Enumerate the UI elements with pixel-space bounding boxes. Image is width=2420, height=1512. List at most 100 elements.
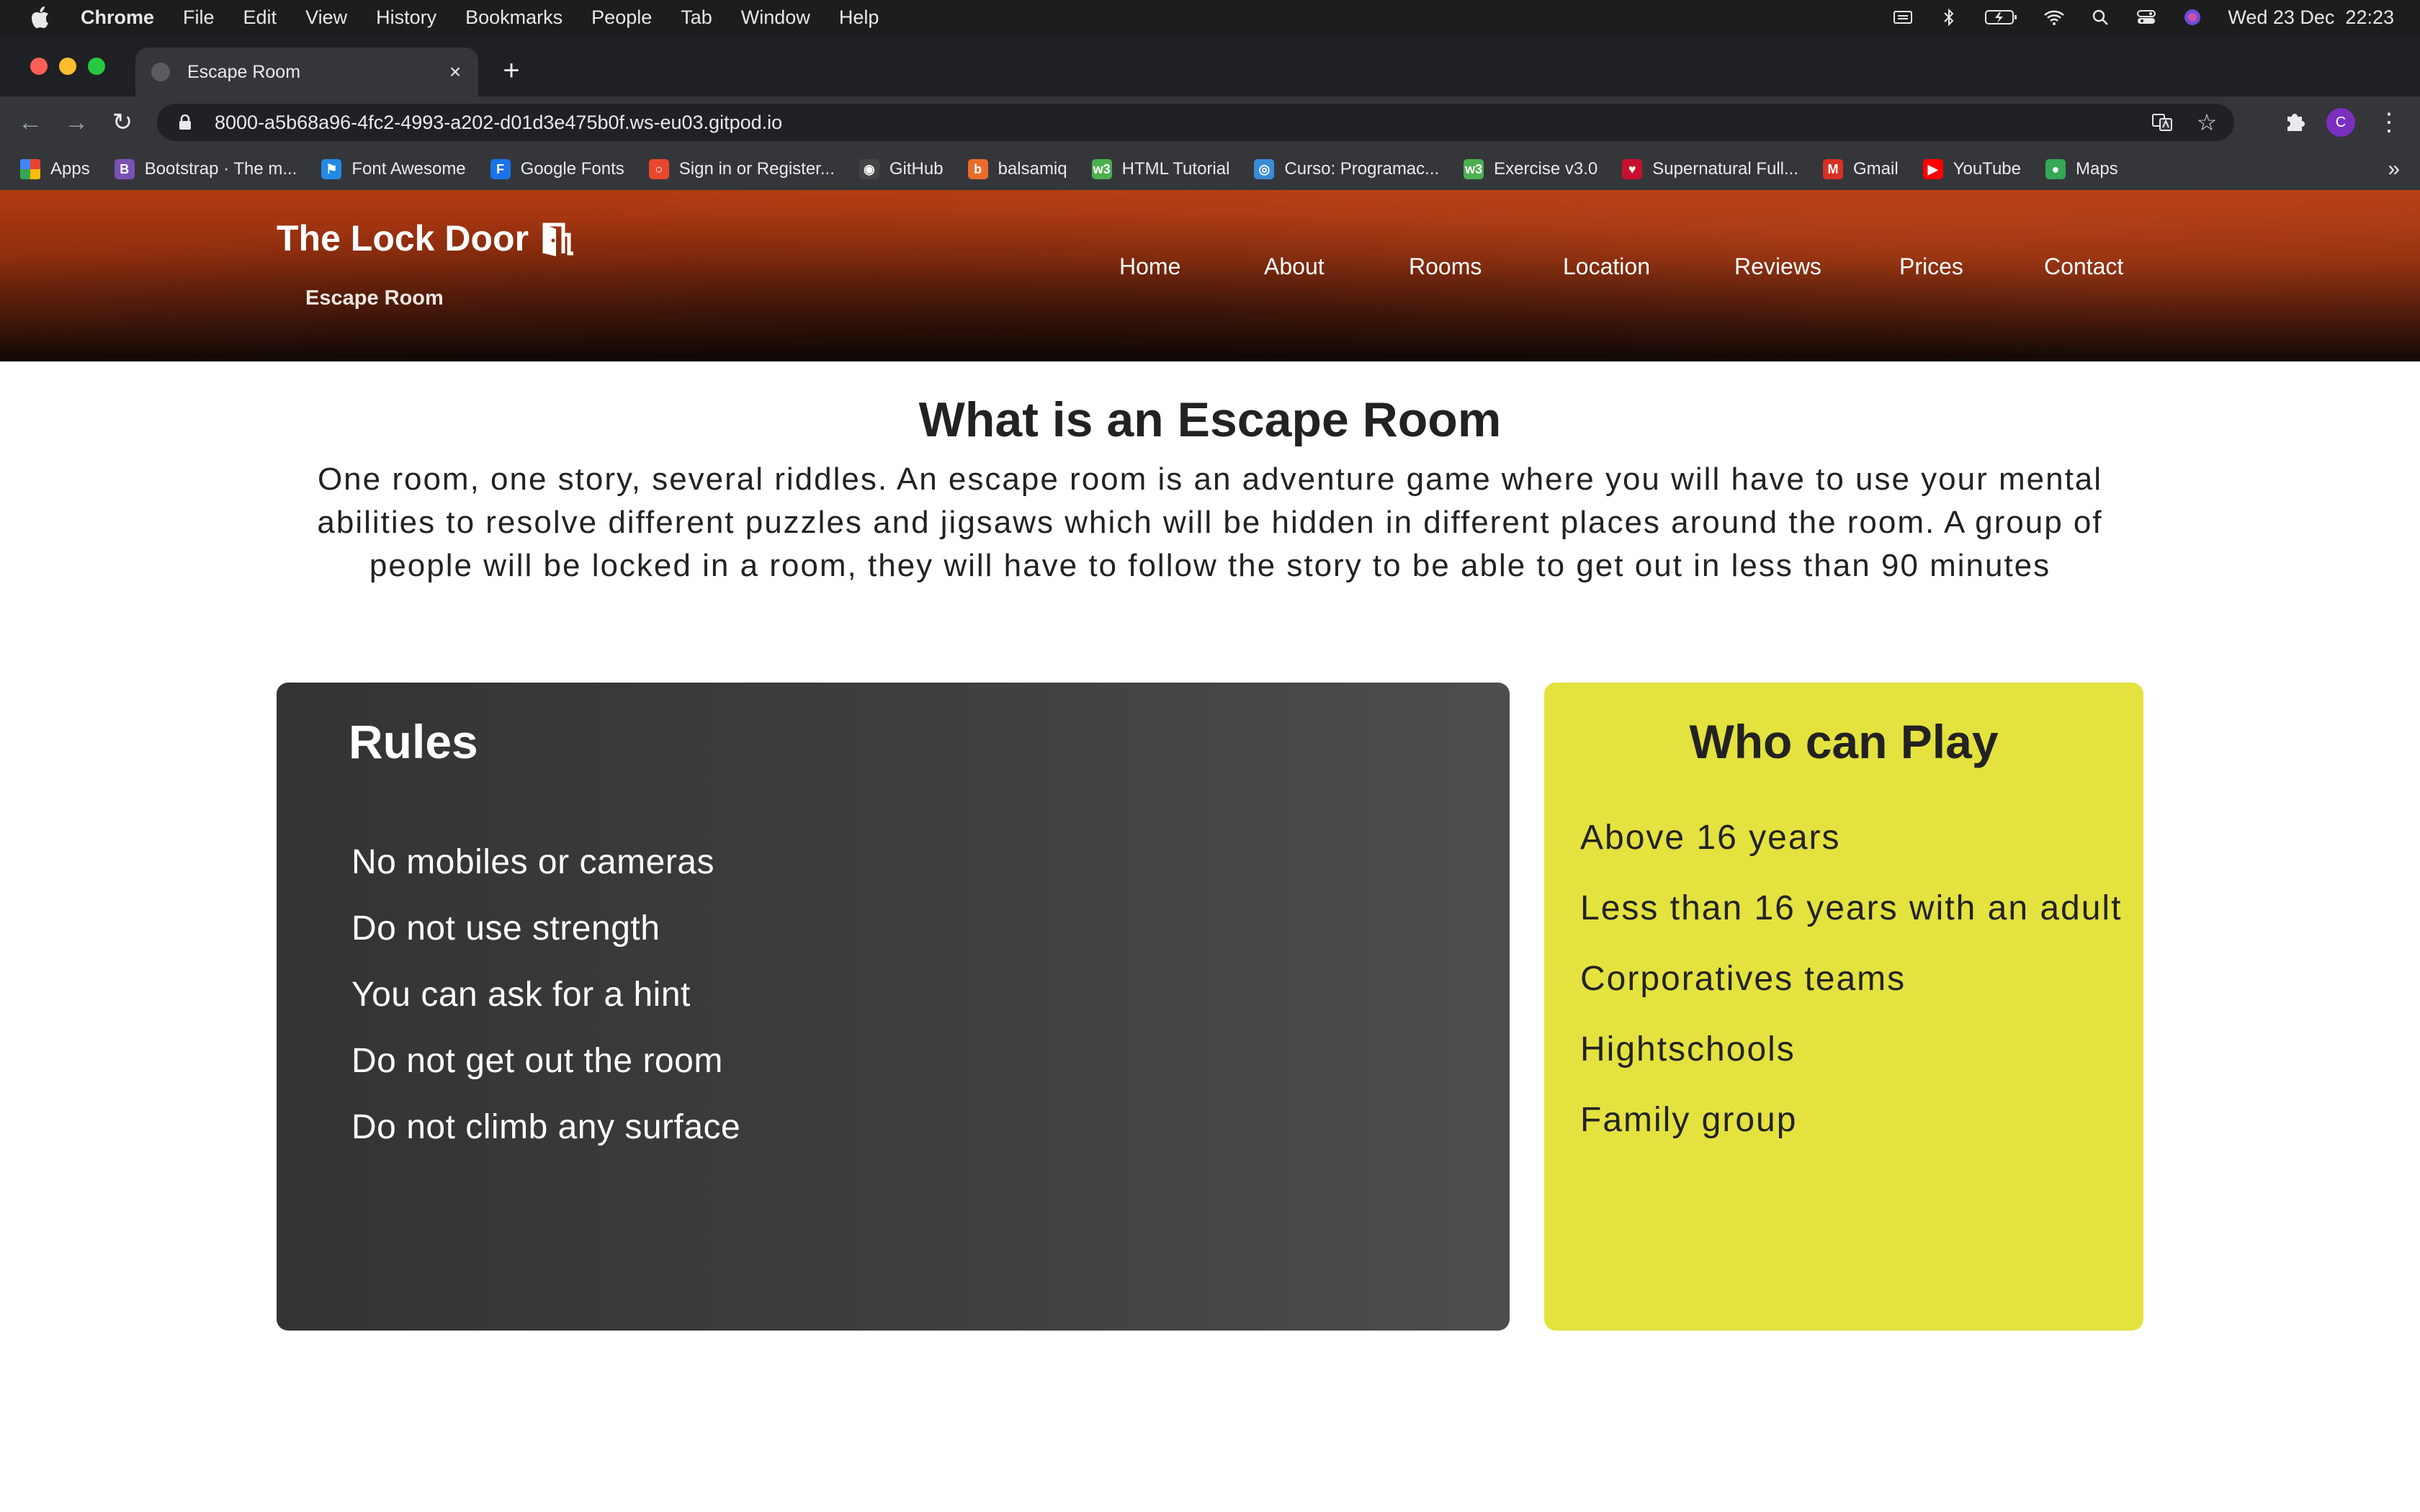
apple-logo-icon[interactable]	[30, 5, 52, 30]
tab-close-icon[interactable]: ×	[445, 62, 465, 82]
bookmark-star-icon[interactable]: ☆	[2195, 111, 2218, 134]
address-bar[interactable]: 8000-a5b68a96-4fc2-4993-a202-d01d3e475b0…	[157, 104, 2234, 141]
menu-bookmarks[interactable]: Bookmarks	[465, 6, 563, 29]
menubar-status-area: Wed 23 Dec 22:23	[1892, 0, 2394, 35]
bookmark-item[interactable]: F Google Fonts	[490, 159, 624, 179]
circle-icon: ○	[648, 159, 669, 179]
bookmark-item[interactable]: w3 Exercise v3.0	[1464, 159, 1597, 179]
rules-list: No mobiles or cameras Do not use strengt…	[351, 842, 740, 1174]
wifi-icon[interactable]	[2043, 8, 2065, 27]
youtube-icon: ▶	[1922, 159, 1943, 179]
nav-rooms[interactable]: Rooms	[1409, 253, 1482, 280]
siri-icon[interactable]	[2182, 8, 2203, 27]
menu-app-name[interactable]: Chrome	[81, 6, 154, 29]
rules-item: Do not use strength	[351, 909, 660, 948]
back-arrow-icon[interactable]: ←	[16, 108, 45, 137]
tab-title: Escape Room	[187, 61, 301, 82]
translate-icon[interactable]	[2151, 111, 2174, 134]
rules-item: No mobiles or cameras	[351, 843, 714, 881]
control-center-icon[interactable]	[2136, 8, 2157, 27]
bookmarks-bar: Apps B Bootstrap · The m... ⚑ Font Awesome F G…	[0, 148, 2420, 190]
bookmark-label: balsamiq	[998, 159, 1067, 179]
rules-item: You can ask for a hint	[351, 976, 691, 1014]
battery-icon[interactable]	[1984, 8, 2019, 27]
bookmark-item[interactable]: ○ Sign in or Register...	[648, 159, 835, 179]
nav-contact[interactable]: Contact	[2044, 253, 2123, 280]
tab-escape-room[interactable]: Escape Room ×	[135, 48, 478, 96]
who-can-play-item: Less than 16 years with an adult	[1580, 889, 2123, 927]
bookmark-label: Gmail	[1853, 159, 1899, 179]
menu-file[interactable]: File	[183, 6, 215, 29]
heart-icon: ♥	[1622, 159, 1643, 179]
bookmark-item[interactable]: ● Maps	[2045, 159, 2118, 179]
profile-avatar[interactable]: C	[2326, 108, 2355, 137]
who-can-play-card: Who can Play Above 16 years Less than 16…	[1544, 683, 2143, 1331]
bookmark-item[interactable]: w3 HTML Tutorial	[1091, 159, 1229, 179]
bookmark-label: YouTube	[1953, 159, 2021, 179]
keyboard-input-icon[interactable]	[1892, 8, 1914, 27]
bookmark-item[interactable]: Apps	[20, 159, 90, 179]
globe-icon	[151, 63, 170, 81]
bookmark-item[interactable]: b balsamiq	[967, 159, 1067, 179]
bookmark-label: Google Fonts	[520, 159, 624, 179]
reload-icon[interactable]: ↻	[108, 108, 137, 137]
bookmark-item[interactable]: ▶ YouTube	[1922, 159, 2021, 179]
menu-edit[interactable]: Edit	[243, 6, 277, 29]
w3schools-icon: w3	[1464, 159, 1484, 179]
menu-window[interactable]: Window	[741, 6, 810, 29]
bookmark-label: Font Awesome	[351, 159, 466, 179]
maps-pin-icon: ●	[2045, 159, 2066, 179]
nav-home[interactable]: Home	[1119, 253, 1180, 280]
bluetooth-icon[interactable]	[1938, 8, 1960, 27]
bookmark-label: Maps	[2075, 159, 2118, 179]
who-can-play-list: Above 16 years Less than 16 years with a…	[1580, 818, 2122, 1171]
flag-icon: ⚑	[321, 159, 342, 179]
nav-prices[interactable]: Prices	[1899, 253, 1963, 280]
spotlight-search-icon[interactable]	[2089, 8, 2111, 27]
course-icon: ◎	[1254, 159, 1275, 179]
main-nav: Home About Rooms Location Reviews Prices…	[0, 253, 2420, 288]
nav-reviews[interactable]: Reviews	[1734, 253, 1821, 280]
intro-paragraph: One room, one story, several riddles. An…	[317, 462, 2103, 583]
window-zoom-button[interactable]	[88, 58, 105, 75]
menubar-clock[interactable]: Wed 23 Dec 22:23	[2228, 6, 2394, 29]
who-can-play-item: Hightschools	[1580, 1030, 1796, 1068]
bookmark-item[interactable]: M Gmail	[1823, 159, 1899, 179]
menu-help[interactable]: Help	[839, 6, 879, 29]
menu-tab[interactable]: Tab	[681, 6, 712, 29]
bookmark-item[interactable]: B Bootstrap · The m...	[114, 159, 297, 179]
rules-item: Do not climb any surface	[351, 1108, 741, 1146]
nav-about[interactable]: About	[1264, 253, 1325, 280]
github-icon: ◉	[859, 159, 879, 179]
forward-arrow-icon[interactable]: →	[62, 108, 91, 137]
bookmark-label: Sign in or Register...	[678, 159, 835, 179]
who-can-play-item: Above 16 years	[1580, 819, 1841, 857]
who-can-play-title: Who can Play	[1689, 715, 1999, 768]
nav-location[interactable]: Location	[1563, 253, 1650, 280]
balsamiq-icon: b	[967, 159, 988, 179]
window-minimize-button[interactable]	[59, 58, 76, 75]
extensions-puzzle-icon[interactable]	[2282, 108, 2311, 137]
bookmark-item[interactable]: ◎ Curso: Programac...	[1254, 159, 1439, 179]
menu-view[interactable]: View	[305, 6, 347, 29]
bookmark-item[interactable]: ◉ GitHub	[859, 159, 944, 179]
rules-card: Rules No mobiles or cameras Do not use s…	[277, 683, 1510, 1331]
macos-menubar: Chrome File Edit View History Bookmarks …	[0, 0, 2420, 35]
bookmark-item[interactable]: ⚑ Font Awesome	[321, 159, 466, 179]
menu-people[interactable]: People	[591, 6, 652, 29]
lock-icon[interactable]	[176, 112, 194, 132]
url-text[interactable]: 8000-a5b68a96-4fc2-4993-a202-d01d3e475b0…	[215, 112, 782, 134]
door-icon	[540, 220, 575, 256]
new-tab-button[interactable]: +	[497, 56, 526, 85]
chrome-menu-icon[interactable]: ⋮	[2377, 108, 2401, 137]
bookmark-label: GitHub	[889, 159, 944, 179]
bookmark-label: Exercise v3.0	[1494, 159, 1598, 179]
menu-history[interactable]: History	[376, 6, 436, 29]
who-can-play-item: Family group	[1580, 1101, 1798, 1139]
bookmark-label: Apps	[50, 159, 90, 179]
bookmark-item[interactable]: ♥ Supernatural Full...	[1622, 159, 1798, 179]
bookmarks-overflow-icon[interactable]: »	[2388, 157, 2400, 181]
brand-subtitle: Escape Room	[305, 287, 444, 310]
rules-item: Do not get out the room	[351, 1042, 723, 1080]
window-close-button[interactable]	[30, 58, 48, 75]
